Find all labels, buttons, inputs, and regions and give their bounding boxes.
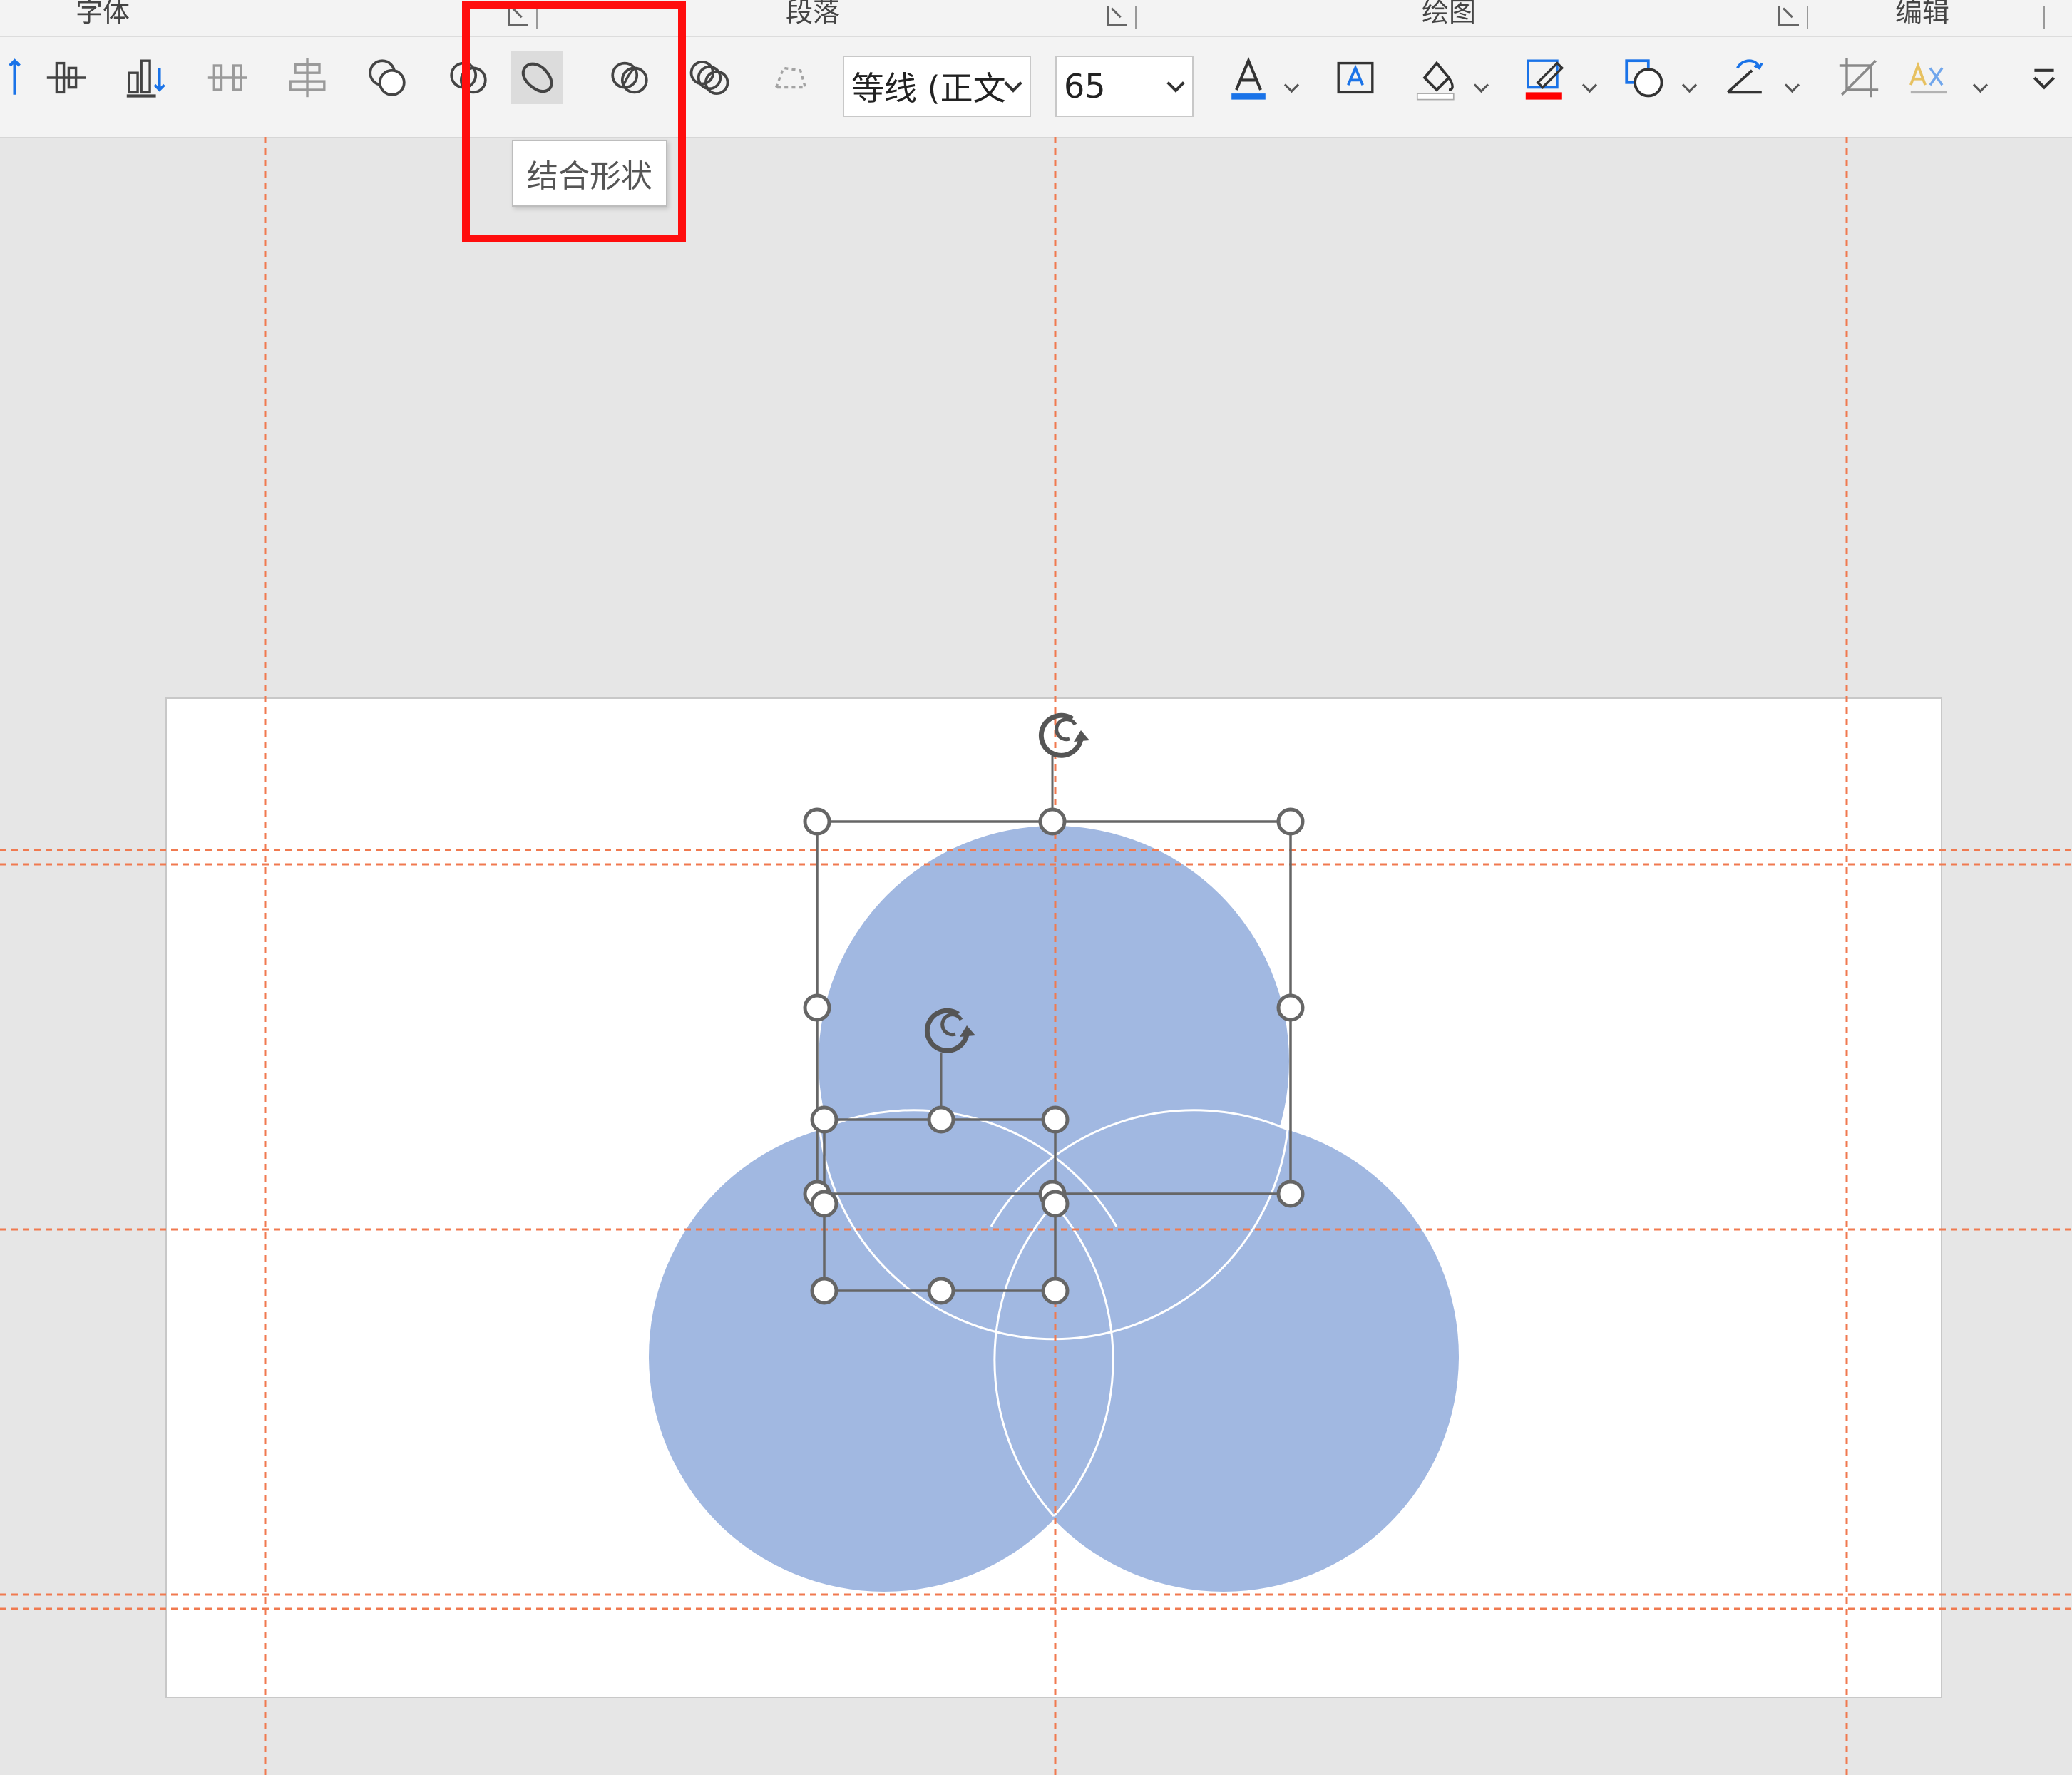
rotate-handle-icon[interactable] xyxy=(1038,712,1089,758)
slide-overlay xyxy=(0,137,2072,1775)
